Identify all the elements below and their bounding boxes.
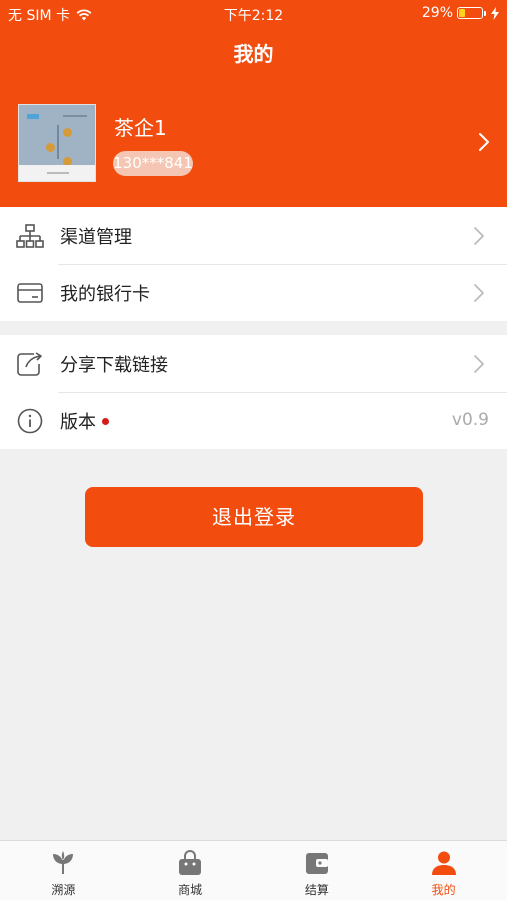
header: 无 SIM 卡 下午2:12 29% 我的 茶企1 130***841: [0, 0, 507, 207]
page-title: 我的: [233, 42, 274, 66]
tab-label: 结算: [304, 883, 329, 897]
chevron-right-icon: [474, 284, 484, 302]
battery-percent: 29%: [421, 5, 453, 21]
status-bar: 无 SIM 卡 下午2:12 29%: [0, 0, 507, 28]
menu-item-bank-card[interactable]: 我的银行卡: [0, 264, 507, 321]
chevron-right-icon: [474, 355, 484, 373]
menu-item-version[interactable]: 版本 v0.9: [0, 392, 507, 449]
user-phone: 130***841: [113, 151, 193, 176]
avatar[interactable]: [18, 104, 96, 182]
menu-label: 分享下载链接: [60, 355, 168, 376]
menu-label: 版本: [60, 412, 96, 433]
version-value: v0.9: [451, 410, 489, 430]
chevron-right-icon: [474, 227, 484, 245]
org-chart-icon: [16, 224, 44, 248]
battery-icon: [457, 7, 486, 19]
menu-group-1: 渠道管理 我的银行卡: [0, 207, 507, 321]
menu-group-2: 分享下载链接 版本 v0.9: [0, 335, 507, 449]
info-icon: [17, 408, 43, 434]
tab-settlement[interactable]: 结算: [254, 841, 381, 900]
share-icon: [17, 352, 42, 376]
logout-button[interactable]: 退出登录: [85, 487, 423, 547]
menu-item-channel-management[interactable]: 渠道管理: [0, 207, 507, 264]
profile-page: 无 SIM 卡 下午2:12 29% 我的 茶企1 130***841 渠道管理…: [0, 0, 507, 900]
menu-item-share-link[interactable]: 分享下载链接: [0, 335, 507, 392]
tab-bar: 溯源 商城 结算 我的: [0, 840, 507, 900]
tab-mall[interactable]: 商城: [127, 841, 254, 900]
wallet-icon: [305, 853, 328, 874]
bank-card-icon: [17, 283, 43, 303]
user-name: 茶企1: [114, 116, 167, 140]
tab-trace[interactable]: 溯源: [0, 841, 127, 900]
person-icon: [431, 851, 456, 875]
chevron-right-icon[interactable]: [477, 131, 491, 153]
tab-mine[interactable]: 我的: [380, 841, 507, 900]
battery-level: [459, 9, 465, 17]
menu-label: 我的银行卡: [60, 284, 150, 305]
tab-label: 我的: [431, 883, 456, 897]
charging-icon: [491, 6, 499, 20]
leaf-icon: [53, 851, 74, 875]
shopping-bag-icon: [179, 850, 202, 875]
menu-label: 渠道管理: [60, 227, 132, 248]
update-badge-dot: [102, 417, 109, 425]
tab-label: 溯源: [51, 883, 76, 897]
profile-card[interactable]: 茶企1 130***841: [18, 104, 507, 184]
tab-label: 商城: [178, 883, 203, 897]
